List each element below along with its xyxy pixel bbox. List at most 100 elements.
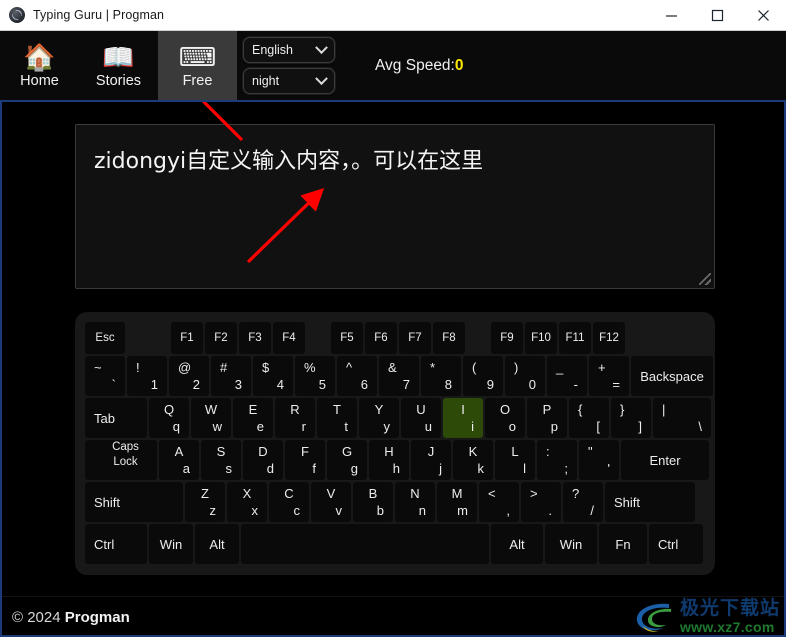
- key-p[interactable]: Pp: [527, 398, 567, 438]
- key-base-legend: j: [439, 461, 442, 476]
- key-o[interactable]: Oo: [485, 398, 525, 438]
- key-,[interactable]: <,: [479, 482, 519, 522]
- key-a[interactable]: Aa: [159, 440, 199, 480]
- key-f10[interactable]: F10: [525, 322, 557, 354]
- key-m[interactable]: Mm: [437, 482, 477, 522]
- key-g[interactable]: Gg: [327, 440, 367, 480]
- typing-input[interactable]: zidongyi自定义输入内容，。可以在这里: [75, 124, 715, 289]
- atom-icon: [9, 7, 25, 23]
- language-select[interactable]: English: [243, 37, 335, 63]
- key-label: F5: [340, 332, 354, 344]
- key-d[interactable]: Dd: [243, 440, 283, 480]
- key-l[interactable]: Ll: [495, 440, 535, 480]
- key-1[interactable]: ! 1: [127, 356, 167, 396]
- key-/[interactable]: ? /: [563, 482, 603, 522]
- key-][interactable]: }]: [611, 398, 651, 438]
- key-2[interactable]: @2: [169, 356, 209, 396]
- nav-item-stories[interactable]: 📖 Stories: [79, 31, 158, 100]
- key-n[interactable]: Nn: [395, 482, 435, 522]
- key-base-legend: 2: [192, 377, 200, 392]
- key-y[interactable]: Yy: [359, 398, 399, 438]
- key-\[interactable]: | \: [653, 398, 711, 438]
- key-win[interactable]: Win: [545, 524, 597, 564]
- key-shift-legend: K: [468, 444, 478, 459]
- key-caps-lock[interactable]: Caps Lock: [85, 440, 157, 480]
- key-b[interactable]: Bb: [353, 482, 393, 522]
- key-backspace[interactable]: Backspace: [631, 356, 713, 396]
- key-4[interactable]: $4: [253, 356, 293, 396]
- key-ctrl[interactable]: Ctrl: [85, 524, 147, 564]
- key-f7[interactable]: F7: [399, 322, 431, 354]
- space-key[interactable]: [241, 524, 489, 564]
- key-;[interactable]: :;: [537, 440, 577, 480]
- key-=[interactable]: + =: [589, 356, 629, 396]
- key-z[interactable]: Zz: [185, 482, 225, 522]
- key-j[interactable]: Jj: [411, 440, 451, 480]
- key-r[interactable]: Rr: [275, 398, 315, 438]
- key-h[interactable]: Hh: [369, 440, 409, 480]
- key-f1[interactable]: F1: [171, 322, 203, 354]
- key-t[interactable]: Tt: [317, 398, 357, 438]
- key-f3[interactable]: F3: [239, 322, 271, 354]
- key-3[interactable]: #3: [211, 356, 251, 396]
- key-f2[interactable]: F2: [205, 322, 237, 354]
- key-esc[interactable]: Esc: [85, 322, 125, 354]
- key-tab[interactable]: Tab: [85, 398, 147, 438]
- key-label: Esc: [95, 332, 115, 344]
- key-e[interactable]: Ee: [233, 398, 273, 438]
- key-x[interactable]: Xx: [227, 482, 267, 522]
- key-base-legend: x: [251, 503, 259, 518]
- key-f[interactable]: Ff: [285, 440, 325, 480]
- avg-speed-stat: Avg Speed: 0: [375, 31, 464, 100]
- key-s[interactable]: Ss: [201, 440, 241, 480]
- nav-item-free[interactable]: ⌨ Free: [158, 31, 237, 100]
- key-f11[interactable]: F11: [559, 322, 591, 354]
- key-.[interactable]: >.: [521, 482, 561, 522]
- key-u[interactable]: Uu: [401, 398, 441, 438]
- key-v[interactable]: Vv: [311, 482, 351, 522]
- key-f12[interactable]: F12: [593, 322, 625, 354]
- key-base-legend: a: [182, 461, 190, 476]
- key-f9[interactable]: F9: [491, 322, 523, 354]
- key-f5[interactable]: F5: [331, 322, 363, 354]
- key-7[interactable]: & 7: [379, 356, 419, 396]
- key-base-legend: k: [477, 461, 485, 476]
- key-ctrl[interactable]: Ctrl: [649, 524, 703, 564]
- key-base-legend: .: [548, 503, 552, 518]
- key-k[interactable]: Kk: [453, 440, 493, 480]
- theme-select[interactable]: night: [243, 68, 335, 94]
- key-`[interactable]: ~ `: [85, 356, 125, 396]
- maximize-icon[interactable]: [694, 0, 740, 30]
- key-6[interactable]: ^ 6: [337, 356, 377, 396]
- nav-item-home[interactable]: 🏠 Home: [0, 31, 79, 100]
- key-'[interactable]: " ': [579, 440, 619, 480]
- close-icon[interactable]: [740, 0, 786, 30]
- copyright-prefix: © 2024: [12, 608, 65, 626]
- key-enter[interactable]: Enter: [621, 440, 709, 480]
- key-win[interactable]: Win: [149, 524, 193, 564]
- resize-grip-icon[interactable]: [699, 273, 711, 285]
- key-shift[interactable]: Shift: [605, 482, 695, 522]
- key-0[interactable]: ) 0: [505, 356, 545, 396]
- key-base-legend: g: [350, 461, 358, 476]
- key-w[interactable]: Ww: [191, 398, 231, 438]
- key-alt[interactable]: Alt: [491, 524, 543, 564]
- key-i[interactable]: Ii: [443, 398, 483, 438]
- key-base-legend: w: [212, 419, 222, 434]
- key-8[interactable]: * 8: [421, 356, 461, 396]
- key-shift-legend: |: [662, 402, 666, 417]
- key-[[interactable]: {[: [569, 398, 609, 438]
- key-f4[interactable]: F4: [273, 322, 305, 354]
- key-alt[interactable]: Alt: [195, 524, 239, 564]
- minimize-icon[interactable]: [648, 0, 694, 30]
- key-fn[interactable]: Fn: [599, 524, 647, 564]
- key-shift[interactable]: Shift: [85, 482, 183, 522]
- key-5[interactable]: % 5: [295, 356, 335, 396]
- key-q[interactable]: Qq: [149, 398, 189, 438]
- key-f8[interactable]: F8: [433, 322, 465, 354]
- key-f6[interactable]: F6: [365, 322, 397, 354]
- key-c[interactable]: Cc: [269, 482, 309, 522]
- key-9[interactable]: (9: [463, 356, 503, 396]
- key-label: Win: [159, 536, 183, 552]
- key--[interactable]: _ -: [547, 356, 587, 396]
